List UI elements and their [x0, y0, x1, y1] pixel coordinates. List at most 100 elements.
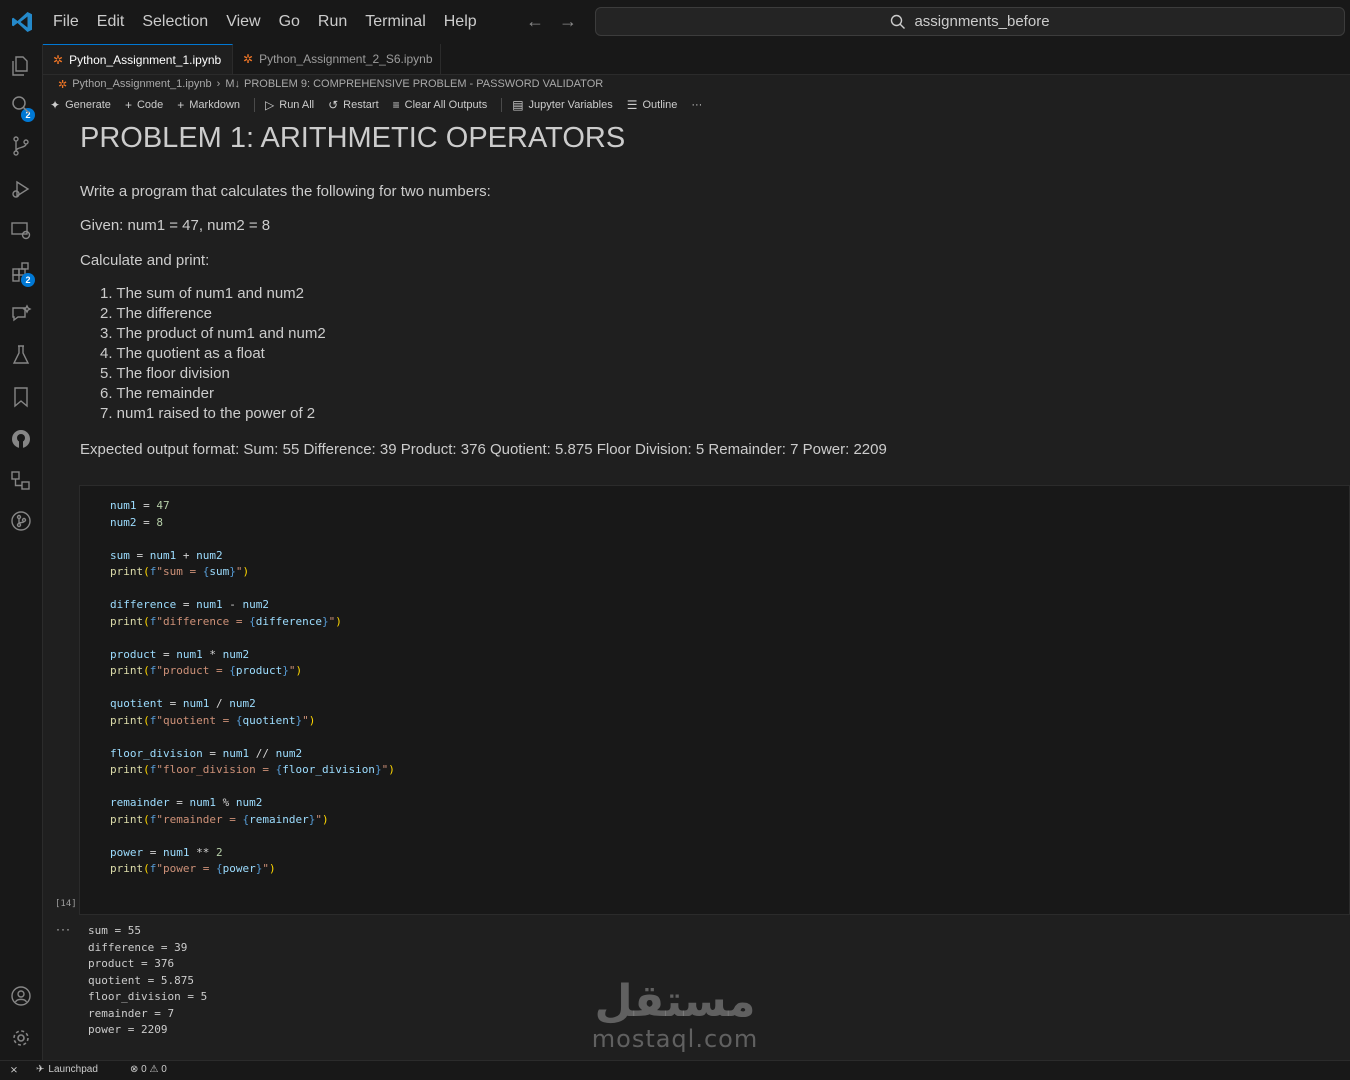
- remote-indicator[interactable]: ⨯: [0, 1061, 28, 1080]
- output-line: quotient = 5.875: [88, 973, 194, 987]
- code-line[interactable]: [110, 630, 395, 647]
- expected-text: Expected output format: Sum: 55 Differen…: [80, 441, 887, 458]
- code-line[interactable]: print(f"difference = {difference}"): [110, 614, 395, 631]
- restart-icon: ↺: [328, 98, 339, 112]
- add-markdown-button[interactable]: + Markdown: [177, 98, 240, 112]
- add-code-button[interactable]: + Code: [125, 98, 163, 112]
- code-line[interactable]: [110, 828, 395, 845]
- breadcrumb: ✲ Python_Assignment_1.ipynb › M↓ PROBLEM…: [58, 76, 603, 92]
- menu-view[interactable]: View: [226, 13, 260, 31]
- generate-label: Generate: [65, 99, 111, 111]
- generate-button[interactable]: ✦ Generate: [50, 98, 111, 112]
- breadcrumb-section[interactable]: PROBLEM 9: COMPREHENSIVE PROBLEM - PASSW…: [244, 78, 603, 90]
- chat-icon[interactable]: [9, 302, 33, 326]
- settings-gear-icon[interactable]: [9, 1026, 33, 1050]
- launchpad-label: Launchpad: [48, 1064, 98, 1075]
- markdown-icon: M↓: [225, 78, 240, 90]
- code-line[interactable]: print(f"power = {power}"): [110, 861, 395, 878]
- code-line[interactable]: num1 = 47: [110, 498, 395, 515]
- outline-button[interactable]: ☰ Outline: [627, 98, 678, 112]
- remote-explorer-icon[interactable]: [9, 218, 33, 242]
- menu-run[interactable]: Run: [318, 13, 347, 31]
- output-toggle-icon[interactable]: ···: [56, 922, 71, 936]
- tab-python-assignment-1[interactable]: ✲ Python_Assignment_1.ipynb: [43, 44, 233, 74]
- clear-outputs-button[interactable]: ≡ Clear All Outputs: [393, 98, 488, 112]
- search-text: assignments_before: [914, 13, 1050, 30]
- notebook-toolbar: ✦ Generate + Code + Markdown ▷ Run All ↺ Rest…: [50, 96, 716, 114]
- code-line[interactable]: remainder = num1 % num2: [110, 795, 395, 812]
- output-line: floor_division = 5: [88, 990, 208, 1003]
- code-line[interactable]: [110, 581, 395, 598]
- bookmark-icon[interactable]: [9, 385, 33, 409]
- code-line[interactable]: quotient = num1 / num2: [110, 696, 395, 713]
- code-line[interactable]: print(f"product = {product}"): [110, 663, 395, 680]
- variables-button[interactable]: ▤ Jupyter Variables: [512, 98, 613, 112]
- explorer-icon[interactable]: [9, 54, 33, 78]
- account-icon[interactable]: [9, 984, 33, 1008]
- git-graph-icon[interactable]: [9, 509, 33, 533]
- title-bar: File Edit Selection View Go Run Terminal…: [0, 0, 1350, 44]
- code-line[interactable]: sum = num1 + num2: [110, 548, 395, 565]
- toolbar-divider: [254, 98, 256, 112]
- launchpad-item[interactable]: ✈ Launchpad: [36, 1064, 98, 1075]
- back-arrow-icon[interactable]: ←: [526, 11, 544, 32]
- more-actions-button[interactable]: ···: [691, 99, 702, 111]
- watermark-logo: مستقل mostaql.com: [590, 978, 760, 1053]
- tab-python-assignment-2[interactable]: ✲ Python_Assignment_2_S6.ipynb: [233, 44, 441, 74]
- warning-count: 0: [161, 1064, 167, 1075]
- code-line[interactable]: num2 = 8: [110, 515, 395, 532]
- code-line[interactable]: difference = num1 - num2: [110, 597, 395, 614]
- command-center-search[interactable]: assignments_before: [595, 7, 1345, 36]
- cell-output: sum = 55 difference = 39 product = 376 quot…: [88, 923, 207, 1039]
- list-item: 2. The difference: [100, 305, 213, 322]
- menu-edit[interactable]: Edit: [97, 13, 125, 31]
- code-editor[interactable]: num1 = 47 num2 = 8 sum = num1 + num2 print(…: [110, 498, 395, 878]
- code-line[interactable]: product = num1 * num2: [110, 647, 395, 664]
- execution-count: [14]: [55, 899, 77, 909]
- search-icon[interactable]: [9, 93, 33, 117]
- intro-text: Write a program that calculates the foll…: [80, 183, 491, 200]
- problems-item[interactable]: ⊗ 0 ⚠ 0: [130, 1064, 167, 1075]
- restart-button[interactable]: ↺ Restart: [328, 98, 379, 112]
- containers-icon[interactable]: [9, 469, 33, 493]
- code-line[interactable]: print(f"sum = {sum}"): [110, 564, 395, 581]
- breadcrumb-file[interactable]: Python_Assignment_1.ipynb: [72, 78, 211, 90]
- plus-icon: +: [124, 98, 132, 112]
- variables-label: Jupyter Variables: [528, 99, 613, 111]
- outline-label: Outline: [642, 99, 678, 111]
- run-all-button[interactable]: ▷ Run All: [265, 98, 314, 112]
- run-all-label: Run All: [279, 99, 315, 111]
- code-line[interactable]: [110, 729, 395, 746]
- task-list: 1. The sum of num1 and num2 2. The diffe…: [100, 284, 326, 424]
- testing-flask-icon[interactable]: [9, 343, 33, 367]
- menu-bar: File Edit Selection View Go Run Terminal…: [44, 0, 486, 44]
- markdown-label: Markdown: [189, 99, 241, 111]
- github-icon[interactable]: [9, 427, 33, 451]
- sparkle-icon: ✦: [50, 98, 61, 112]
- output-line: product = 376: [88, 957, 175, 970]
- code-line[interactable]: power = num1 ** 2: [110, 845, 395, 862]
- code-cell[interactable]: num1 = 47 num2 = 8 sum = num1 + num2 print(…: [79, 485, 1350, 915]
- code-line[interactable]: [110, 531, 395, 548]
- code-line[interactable]: [110, 779, 395, 796]
- code-line[interactable]: floor_division = num1 // num2: [110, 746, 395, 763]
- markdown-cell[interactable]: PROBLEM 1: ARITHMETIC OPERATORS Write a …: [80, 118, 1330, 458]
- menu-selection[interactable]: Selection: [142, 13, 208, 31]
- forward-arrow-icon[interactable]: →: [559, 11, 577, 32]
- run-debug-icon[interactable]: [9, 177, 33, 201]
- menu-file[interactable]: File: [53, 13, 79, 31]
- code-line[interactable]: print(f"floor_division = {floor_division…: [110, 762, 395, 779]
- code-line[interactable]: [110, 680, 395, 697]
- clear-all-icon: ≡: [392, 98, 400, 112]
- code-line[interactable]: print(f"quotient = {quotient}"): [110, 713, 395, 730]
- warning-icon: ⚠: [149, 1064, 159, 1075]
- code-line[interactable]: print(f"remainder = {remainder}"): [110, 812, 395, 829]
- watermark-latin: mostaql.com: [591, 1025, 759, 1053]
- code-label: Code: [136, 99, 164, 111]
- menu-go[interactable]: Go: [279, 13, 300, 31]
- search-icon: [891, 14, 906, 29]
- menu-help[interactable]: Help: [444, 13, 477, 31]
- menu-terminal[interactable]: Terminal: [365, 13, 425, 31]
- source-control-icon[interactable]: [9, 134, 33, 158]
- output-line: sum = 55: [88, 924, 141, 937]
